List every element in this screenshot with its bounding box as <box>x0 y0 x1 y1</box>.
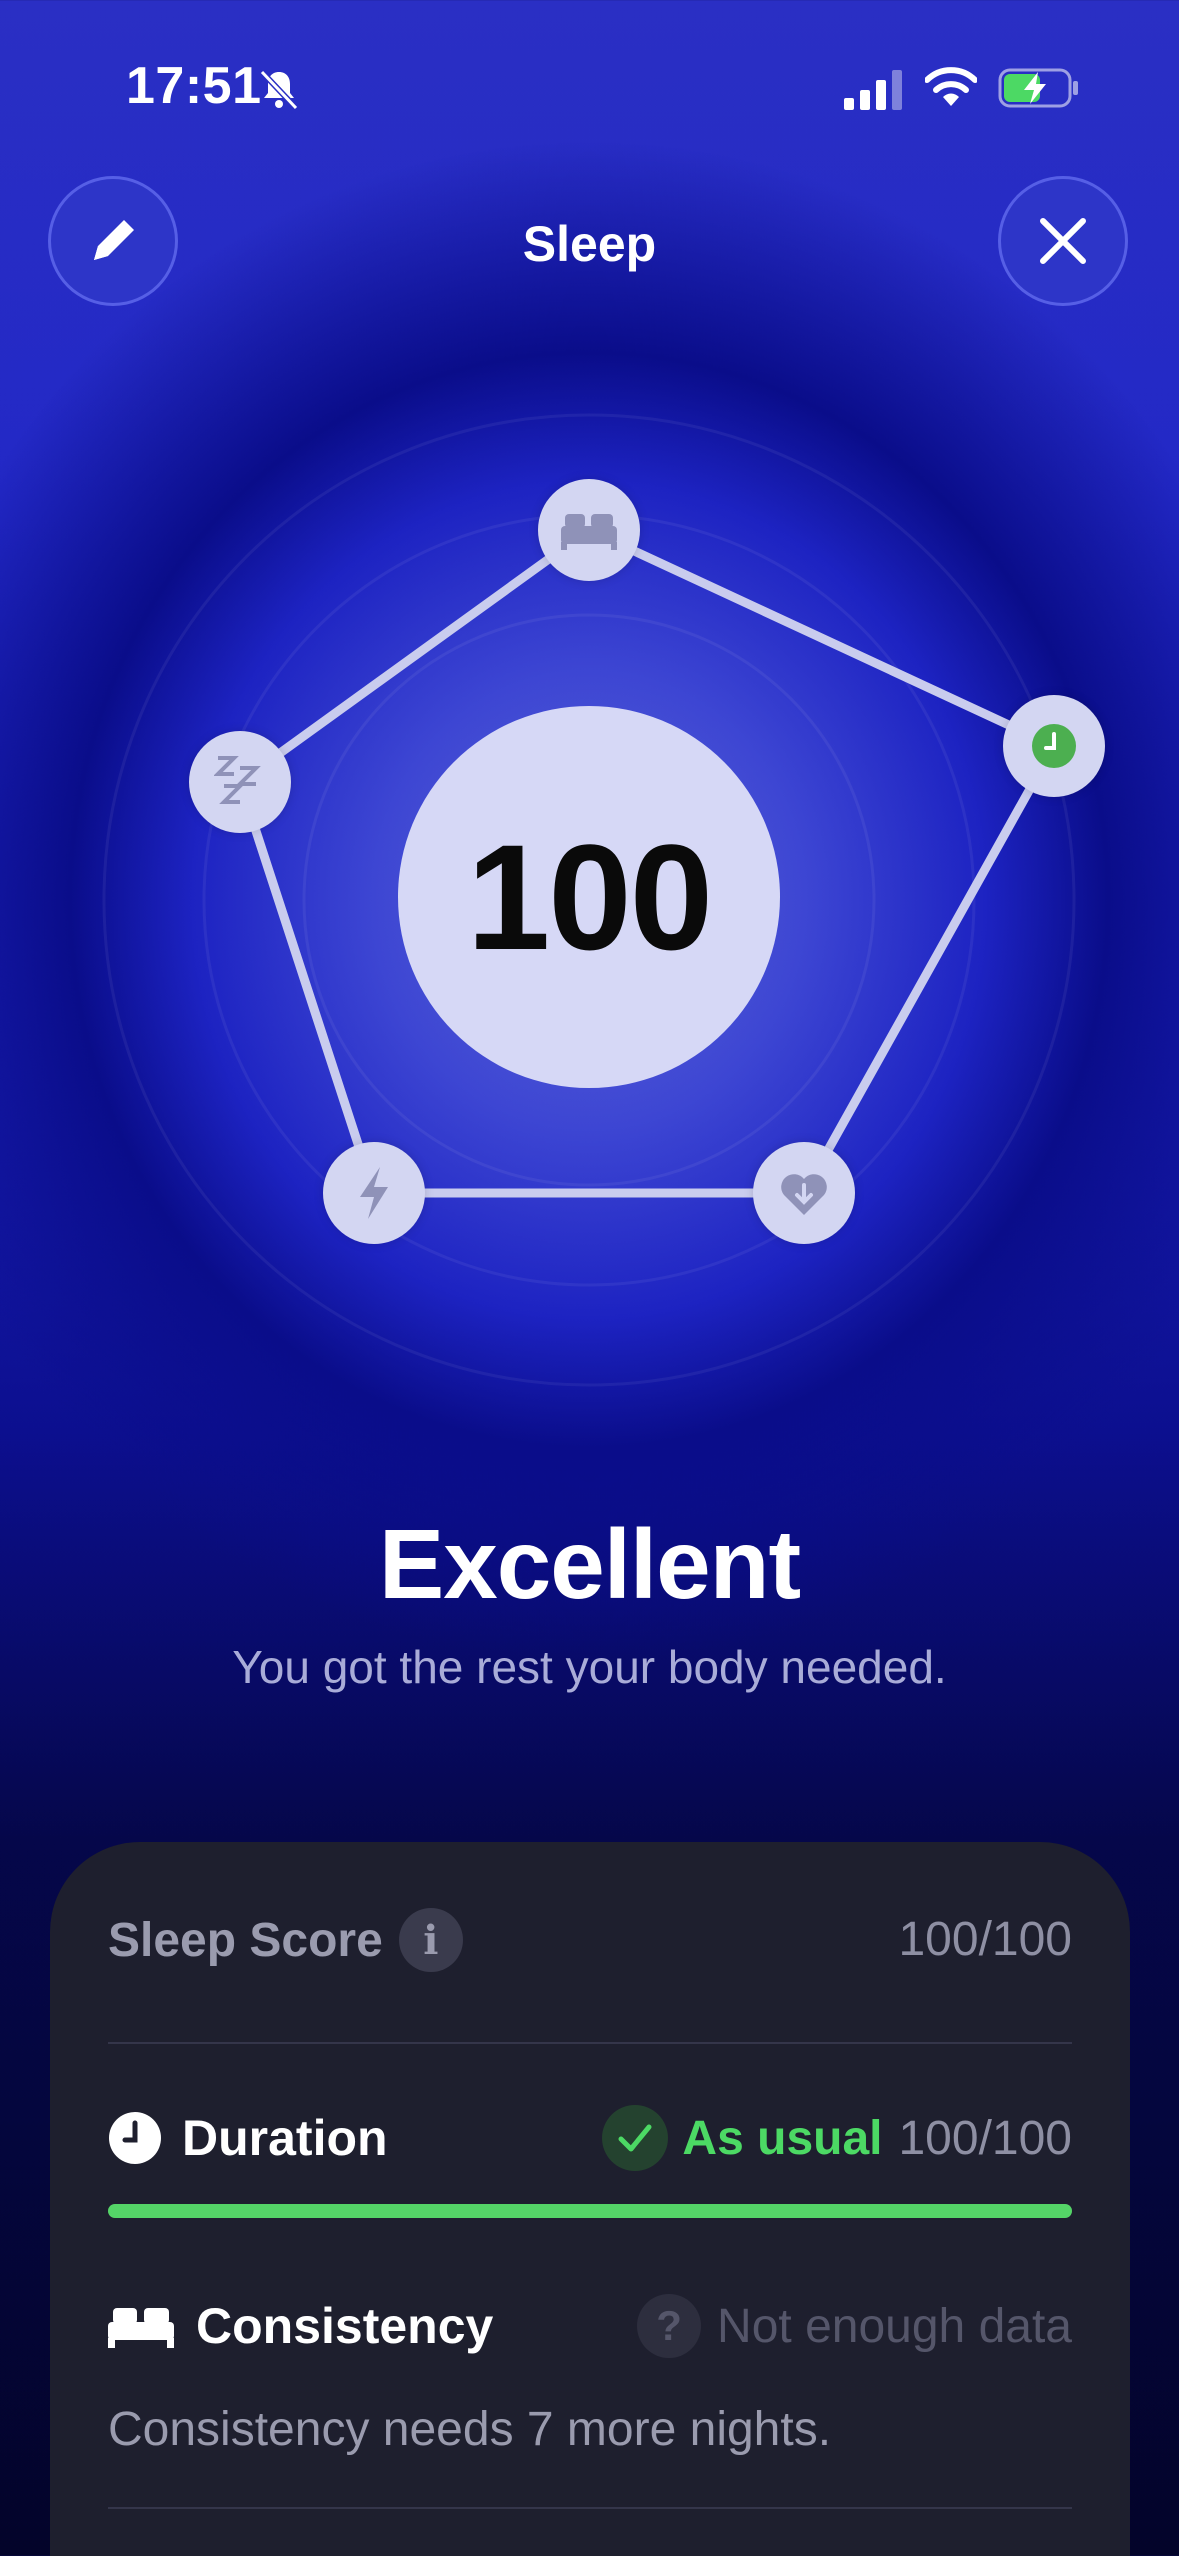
bed-icon <box>561 514 617 550</box>
consistency-label: Consistency <box>196 2298 494 2354</box>
score-value: 100 <box>466 812 713 981</box>
duration-progress-fill <box>108 2204 1072 2218</box>
score-details-card: Sleep Score i 100/100 Duration As usual … <box>50 1842 1130 2556</box>
sleep-score-row: Sleep Score i 100/100 <box>108 1902 1072 1978</box>
node-bed[interactable] <box>538 479 640 581</box>
score-circle: 100 <box>398 706 780 1088</box>
duration-score: 100/100 <box>898 2111 1072 2165</box>
clock-icon <box>1032 724 1076 768</box>
duration-status: As usual <box>682 2111 883 2165</box>
lightning-icon <box>360 1167 388 1219</box>
info-icon[interactable]: i <box>398 1908 463 1972</box>
node-duration[interactable] <box>1003 695 1105 797</box>
bed-icon <box>108 2308 174 2348</box>
divider <box>108 2507 1072 2509</box>
zzz-icon <box>214 756 261 804</box>
check-icon <box>602 2105 669 2171</box>
consistency-status-group: ? Not enough data <box>637 2286 1072 2366</box>
heart-rate-icon <box>781 1174 827 1215</box>
consistency-row[interactable]: Consistency ? Not enough data <box>108 2286 1072 2366</box>
duration-status-group: As usual 100/100 <box>602 2098 1072 2178</box>
duration-label: Duration <box>182 2110 388 2166</box>
consistency-status: Not enough data <box>717 2299 1072 2353</box>
duration-row[interactable]: Duration As usual 100/100 <box>108 2098 1072 2178</box>
clock-icon <box>109 2112 161 2164</box>
consistency-note: Consistency needs 7 more nights. <box>108 2403 832 2456</box>
sleep-score-label: Sleep Score <box>108 1913 383 1967</box>
divider <box>108 2042 1072 2044</box>
rating-subtitle: You got the rest your body needed. <box>232 1641 947 1693</box>
node-heart-rate[interactable] <box>753 1142 855 1244</box>
node-sleep-stages[interactable] <box>189 731 291 833</box>
rating-label: Excellent <box>378 1509 801 1619</box>
question-icon: ? <box>637 2294 702 2358</box>
duration-progress-bar <box>108 2204 1072 2218</box>
sleep-score-value: 100/100 <box>898 1913 1072 1966</box>
node-energy[interactable] <box>323 1142 425 1244</box>
